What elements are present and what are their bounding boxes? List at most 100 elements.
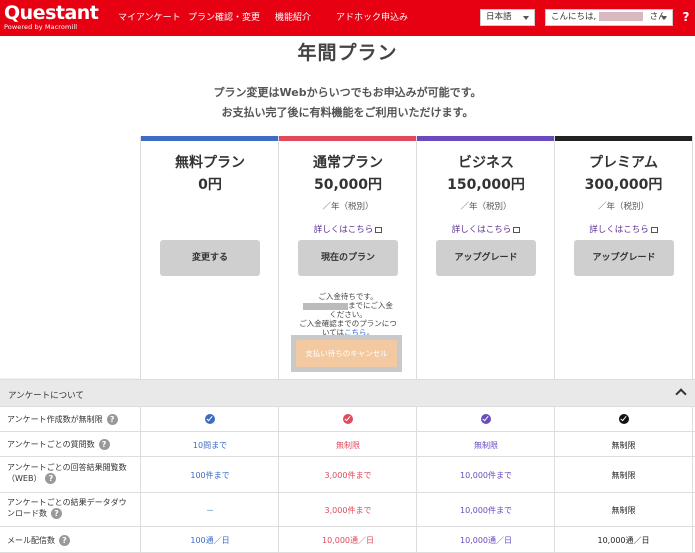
plan-name: プレミアム — [588, 155, 659, 171]
plan-unit: ／年（税別） — [597, 202, 649, 212]
plan-details-link[interactable]: 詳しくはこちら — [279, 223, 417, 235]
notice-line: までにご入金 — [292, 301, 404, 310]
notice-line: ください。 — [329, 310, 367, 319]
cancel-frame: 支払い待ちのキャンセル — [291, 335, 402, 372]
row-label: メール配信数? — [7, 535, 70, 546]
row-label-text: アンケートごとの回答結果閲覧数 — [7, 463, 127, 472]
help-icon[interactable]: ? — [98, 439, 110, 450]
table-cell: 10,000件まで — [416, 457, 555, 493]
plan-unit: ／年（税別） — [322, 202, 374, 212]
nav-my-survey[interactable]: マイアンケート — [118, 0, 181, 36]
external-window-icon — [513, 226, 521, 233]
row-label-text: メール配信数 — [7, 536, 55, 545]
plan-name: 通常プラン — [313, 155, 383, 171]
table-cell: 無制限 — [554, 493, 693, 527]
help-icon[interactable]: ? — [106, 414, 118, 425]
plan-details-link[interactable]: 詳しくはこちら — [555, 223, 692, 235]
help-icon[interactable]: ? — [45, 473, 57, 484]
table-cell: 10,000件まで — [416, 493, 555, 527]
chevron-up-icon[interactable] — [675, 388, 687, 400]
row-label-text: アンケート作成数が無制限 — [7, 415, 103, 424]
table-cell: 100通／日 — [140, 527, 279, 553]
row-label: アンケートごとの回答結果閲覧数 （WEB）? — [7, 463, 127, 484]
plan-price: 50,000円 — [313, 177, 383, 193]
chevron-down-icon — [661, 16, 667, 20]
table-cell — [140, 407, 279, 432]
table-cell — [554, 407, 693, 432]
plan-details-link-text: 詳しくはこちら — [313, 225, 374, 235]
page-title: 年間プラン — [297, 42, 398, 64]
top-bar: Questant Powered by Macromill マイアンケート プラ… — [0, 0, 695, 36]
table-cell: － — [140, 493, 279, 527]
plan-name: 無料プラン — [175, 155, 245, 171]
plan-color-bar — [279, 136, 417, 141]
plan-color-bar — [141, 136, 279, 141]
row-label-text-2: （WEB）? — [7, 473, 127, 484]
logo-text: Questant — [4, 2, 99, 24]
check-icon — [481, 414, 491, 424]
row-label: アンケートごとの結果データダウ ンロード数? — [7, 498, 127, 519]
nav-plan-change[interactable]: プラン確認・変更 — [188, 0, 260, 36]
plan-color-bar — [555, 136, 692, 141]
current-plan-button[interactable]: 現在のプラン — [298, 240, 398, 276]
help-icon[interactable]: ? — [678, 9, 694, 25]
plan-details-link[interactable]: 詳しくはこちら — [417, 223, 555, 235]
check-icon — [205, 414, 215, 424]
table-cell — [416, 407, 555, 432]
table-cell: 無制限 — [416, 432, 555, 457]
table-cell: 3,000件まで — [278, 457, 417, 493]
section-title: アンケートについて — [8, 391, 84, 401]
masked-username — [598, 12, 643, 21]
help-icon[interactable]: ? — [59, 535, 70, 546]
language-label: 日本語 — [486, 12, 512, 22]
external-window-icon — [650, 226, 658, 233]
plan-column-free: 無料プラン 0円 変更する — [140, 136, 279, 379]
row-label-text: ンロード数 — [7, 509, 47, 518]
table-row: アンケートごとの回答結果閲覧数 （WEB）? 100件まで 3,000件まで 10… — [0, 457, 695, 493]
row-label: アンケートごとの質問数? — [7, 439, 110, 450]
table-cell: 10問まで — [140, 432, 279, 457]
language-select[interactable]: 日本語 — [480, 9, 535, 26]
row-label-text: （WEB） — [7, 474, 42, 483]
table-cell: 10,000通／日 — [416, 527, 555, 553]
notice-line: ご入金待ちです。 — [318, 292, 378, 301]
table-cell: 無制限 — [278, 432, 417, 457]
row-label-text: アンケートごとの結果データダウ — [7, 498, 127, 507]
plan-name: ビジネス — [458, 155, 514, 171]
nav-adhoc[interactable]: アドホック申込み — [336, 0, 408, 36]
survey-section-header[interactable]: アンケートについて — [0, 379, 695, 407]
payment-pending-notice: ご入金待ちです。 までにご入金 ください。 ご入金確認までのプランにつ いてはこ… — [292, 292, 404, 337]
check-icon — [618, 414, 629, 424]
plan-details-link-text: 詳しくはこちら — [451, 225, 512, 235]
table-cell: 10,000通／日 — [554, 527, 693, 553]
upgrade-button[interactable]: アップグレード — [574, 240, 674, 276]
page-subtitle-1: プラン変更はWebからいつでもお申込みが可能です。 — [213, 86, 482, 99]
plan-unit: ／年（税別） — [460, 202, 512, 212]
questant-logo[interactable]: Questant Powered by Macromill — [4, 2, 99, 31]
plan-price: 0円 — [198, 177, 222, 193]
row-label-text: アンケートごとの質問数 — [7, 440, 95, 449]
table-cell — [278, 407, 417, 432]
page-subtitle-2: お支払い完了後に有料機能をご利用いただけます。 — [221, 106, 474, 119]
upgrade-button[interactable]: アップグレード — [436, 240, 536, 276]
check-icon — [343, 414, 353, 424]
table-cell: 無制限 — [554, 432, 693, 457]
table-cell: 3,000件まで — [278, 493, 417, 527]
plan-price: 300,000円 — [584, 177, 663, 193]
table-cell: 100件まで — [140, 457, 279, 493]
table-row: アンケートごとの質問数? 10問まで 無制限 無制限 無制限 — [0, 432, 695, 457]
masked-date — [303, 302, 349, 310]
table-cell: 無制限 — [554, 457, 693, 493]
help-icon[interactable]: ? — [51, 508, 62, 519]
plan-price: 150,000円 — [447, 177, 525, 193]
row-label: アンケート作成数が無制限? — [7, 414, 118, 425]
greeting-prefix: こんにちは, — [551, 12, 597, 22]
change-plan-button[interactable]: 変更する — [160, 240, 260, 276]
plan-color-bar — [417, 136, 555, 141]
nav-features[interactable]: 機能紹介 — [275, 0, 311, 36]
cancel-pending-payment-button[interactable]: 支払い待ちのキャンセル — [296, 340, 397, 367]
external-window-icon — [375, 226, 383, 233]
chevron-down-icon — [523, 16, 529, 20]
notice-line-text: までにご入金 — [348, 301, 393, 310]
user-menu[interactable]: こんにちは, さん — [545, 9, 673, 26]
